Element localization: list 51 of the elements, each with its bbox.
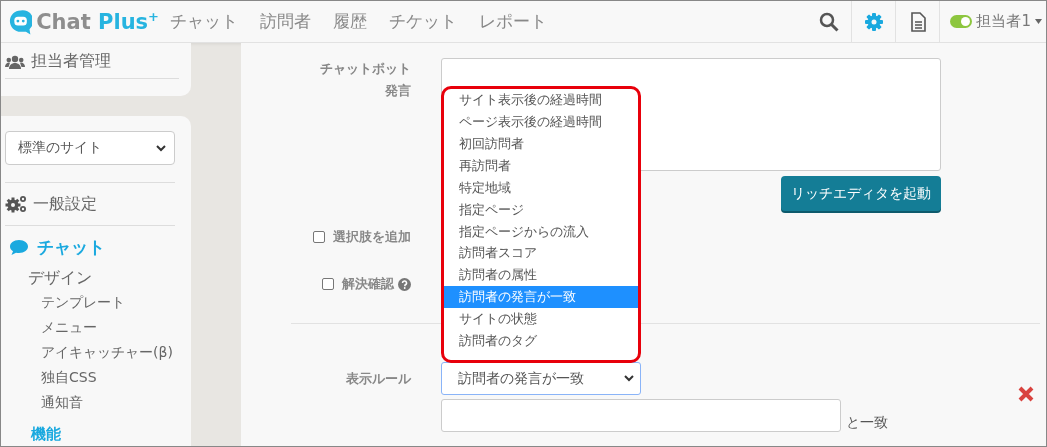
sidebar-item[interactable]: デザイン (5, 268, 175, 294)
dropdown-option[interactable]: 訪問者スコア (444, 242, 638, 265)
site-select[interactable]: 標準のサイト (5, 131, 175, 165)
search-icon[interactable] (819, 11, 840, 32)
sidebar-subitem[interactable]: テンプレート (5, 294, 175, 319)
help-icon[interactable] (398, 277, 411, 291)
nav-link[interactable]: レポート (468, 10, 558, 33)
sidebar-subitem[interactable]: 独自CSS (5, 369, 175, 394)
sidebar-subitem[interactable]: アイキャッチャー(β) (5, 344, 175, 369)
dropdown-option[interactable]: 再訪問者 (444, 154, 638, 177)
checkbox-label[interactable]: 解決確認 (342, 275, 394, 293)
close-icon[interactable] (1018, 386, 1034, 402)
field-label: 表示ルール (345, 370, 411, 388)
settings-icon[interactable] (863, 11, 884, 32)
caret-icon[interactable] (1035, 19, 1042, 24)
checkbox-label[interactable]: 選択肢を追加 (333, 228, 411, 246)
dropdown-option[interactable]: 特定地域 (444, 176, 638, 199)
sidebar-subitem[interactable]: 通知音 (5, 394, 175, 419)
dropdown-option[interactable]: 訪問者の属性 (444, 264, 638, 287)
dropdown-option[interactable]: 指定ページ (444, 198, 638, 221)
dropdown-option[interactable]: ページ表示後の経過時間 (444, 111, 638, 133)
toggle-switch[interactable] (950, 15, 973, 28)
sidebar-subitem[interactable]: メニュー (5, 319, 175, 344)
dropdown-option[interactable]: サイトの状態 (444, 308, 638, 331)
gears-icon (5, 195, 28, 213)
match-input[interactable] (441, 399, 841, 432)
user-name[interactable]: 担当者1 (976, 12, 1031, 31)
rule-select[interactable]: 訪問者の発言が一致 (441, 362, 641, 395)
speech-bubble-icon (9, 238, 29, 256)
chevron-icon (156, 144, 166, 152)
checkbox[interactable] (313, 231, 325, 243)
document-icon[interactable] (909, 11, 926, 32)
dropdown-option[interactable]: 指定ページからの流入 (444, 220, 638, 243)
dropdown-option[interactable]: サイト表示後の経過時間 (444, 89, 638, 112)
nav-link[interactable]: チケット (378, 10, 468, 33)
rich-editor-button[interactable]: リッチエディタを起動 (781, 176, 941, 211)
checkbox[interactable] (322, 278, 334, 290)
sidebar-item[interactable]: 担当者管理 (31, 51, 111, 72)
suffix-label: と一致 (846, 414, 888, 432)
sidebar-item[interactable]: 一般設定 (33, 193, 97, 215)
dropdown-option[interactable]: 訪問者の発言が一致 (444, 286, 638, 309)
logo-icon (9, 7, 33, 36)
chevron-icon (624, 375, 634, 382)
dropdown-option[interactable]: 訪問者のタグ (444, 330, 638, 352)
people-icon (5, 54, 25, 69)
nav-link[interactable]: 訪問者 (249, 10, 322, 33)
nav-link[interactable]: チャット (159, 10, 249, 33)
nav-link[interactable]: 履歴 (322, 10, 378, 33)
field-label: チャットボット 発言 (319, 60, 411, 100)
dropdown-option[interactable]: 初回訪問者 (444, 132, 638, 155)
logo-text: Chat Plus$^{+}$ (36, 9, 159, 34)
